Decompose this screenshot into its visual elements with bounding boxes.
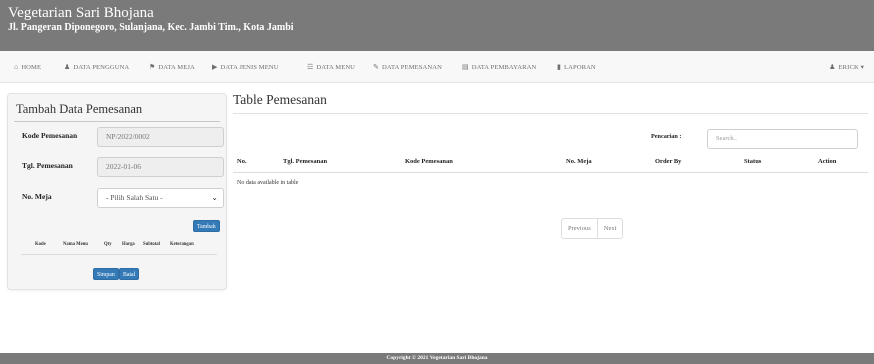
col-status[interactable]: Status	[744, 158, 761, 165]
col-kode-pemesanan[interactable]: Kode Pemesanan	[405, 158, 453, 165]
search-input[interactable]: Search..	[707, 129, 858, 149]
nav-item-data-meja[interactable]: ⚑ DATA MEJA	[149, 51, 195, 83]
next-button[interactable]: Next	[596, 219, 623, 238]
tgl-pemesanan-field[interactable]: 2022-01-06	[97, 157, 224, 177]
no-meja-label: No. Meja	[22, 192, 52, 201]
user-icon: ♟	[64, 63, 71, 71]
cutlery-icon: ☲	[307, 63, 314, 71]
page-title: Table Pemesanan	[233, 92, 327, 107]
site-header: Vegetarian Sari Bhojana Jl. Pangeran Dip…	[0, 0, 874, 51]
site-title: Vegetarian Sari Bhojana	[8, 5, 154, 21]
col-no-meja[interactable]: No. Meja	[566, 158, 592, 165]
batal-button[interactable]: Batal	[119, 268, 140, 280]
site-footer: Copyright © 2021 Vegetarian Sari Bhojana	[0, 353, 874, 364]
col-no[interactable]: No.	[237, 158, 247, 165]
nav-item-laporan[interactable]: ▮ LAPORAN	[557, 51, 596, 83]
chevron-down-icon: ⌄	[211, 193, 218, 202]
table-header-rule	[233, 172, 868, 173]
kode-pemesanan-field[interactable]: NP/2022/0002	[97, 127, 224, 147]
col-qty: Qty	[104, 242, 112, 247]
panel-divider	[14, 121, 220, 122]
nav-item-label: DATA JENIS MENU	[220, 64, 279, 71]
credit-card-icon: ▤	[462, 63, 469, 71]
pagination: Previous Next	[561, 218, 624, 239]
col-subtotal: Subtotal	[143, 242, 160, 247]
site-address: Jl. Pangeran Diponegoro, Sulanjana, Kec.…	[8, 22, 294, 33]
nav-item-data-menu[interactable]: ☲ DATA MENU	[307, 51, 355, 83]
col-action[interactable]: Action	[818, 158, 836, 165]
nav-item-label: DATA PEMBAYARAN	[471, 64, 537, 71]
nav-item-label: LAPORAN	[563, 64, 596, 71]
mini-table-rule	[21, 254, 217, 255]
nav-item-data-pengguna[interactable]: ♟ DATA PENGGUNA	[64, 51, 129, 83]
tag-icon: ⚑	[149, 63, 156, 71]
home-icon: ⌂	[14, 63, 19, 71]
user-icon: ♟	[829, 63, 836, 71]
no-meja-select[interactable]: - Pilih Salah Satu - ⌄	[97, 188, 224, 208]
col-tgl-pemesanan[interactable]: Tgl. Pemesanan	[283, 158, 327, 165]
nav-item-data-pemesanan[interactable]: ✎ DATA PEMESANAN	[373, 51, 442, 83]
nav-item-label: DATA MEJA	[158, 64, 195, 71]
no-meja-selected-value: - Pilih Salah Satu -	[106, 193, 163, 202]
user-name: ERICK	[838, 64, 859, 71]
pencil-icon: ✎	[373, 63, 379, 71]
search-label: Pencarian :	[651, 133, 682, 140]
caret-down-icon: ▾	[860, 64, 864, 71]
user-menu[interactable]: ♟ ERICK ▾	[829, 51, 864, 83]
kode-pemesanan-label: Kode Pemesanan	[22, 131, 78, 140]
nav-item-data-pembayaran[interactable]: ▤ DATA PEMBAYARAN	[462, 51, 536, 83]
tambah-button[interactable]: Tambah	[193, 220, 220, 232]
file-icon: ▮	[557, 63, 561, 71]
col-harga: Harga	[122, 242, 135, 247]
main-navbar: ⌂ HOME ♟ DATA PENGGUNA ⚑ DATA MEJA ▶ DATA JE…	[0, 51, 874, 83]
panel-title: Tambah Data Pemesanan	[16, 102, 143, 116]
col-nama-menu: Nama Menu	[63, 242, 88, 247]
nav-item-label: DATA PENGGUNA	[73, 64, 130, 71]
nav-item-label: HOME	[21, 64, 42, 71]
nav-item-label: DATA PEMESANAN	[381, 64, 443, 71]
add-order-panel: Tambah Data Pemesanan Kode Pemesanan NP/…	[7, 93, 227, 290]
tgl-pemesanan-label: Tgl. Pemesanan	[22, 161, 73, 170]
col-order-by[interactable]: Order By	[655, 158, 681, 165]
previous-button[interactable]: Previous	[562, 219, 597, 238]
bookmark-icon: ▶	[212, 63, 218, 71]
title-divider	[233, 113, 868, 114]
empty-table-message: No data available in table	[237, 180, 299, 186]
col-kode: Kode	[35, 242, 46, 247]
simpan-button[interactable]: Simpan	[93, 268, 119, 280]
col-keterangan: Keterangan	[170, 242, 194, 247]
nav-item-home[interactable]: ⌂ HOME	[14, 51, 41, 83]
nav-item-data-jenis-menu[interactable]: ▶ DATA JENIS MENU	[212, 51, 279, 83]
nav-item-label: DATA MENU	[316, 64, 356, 71]
